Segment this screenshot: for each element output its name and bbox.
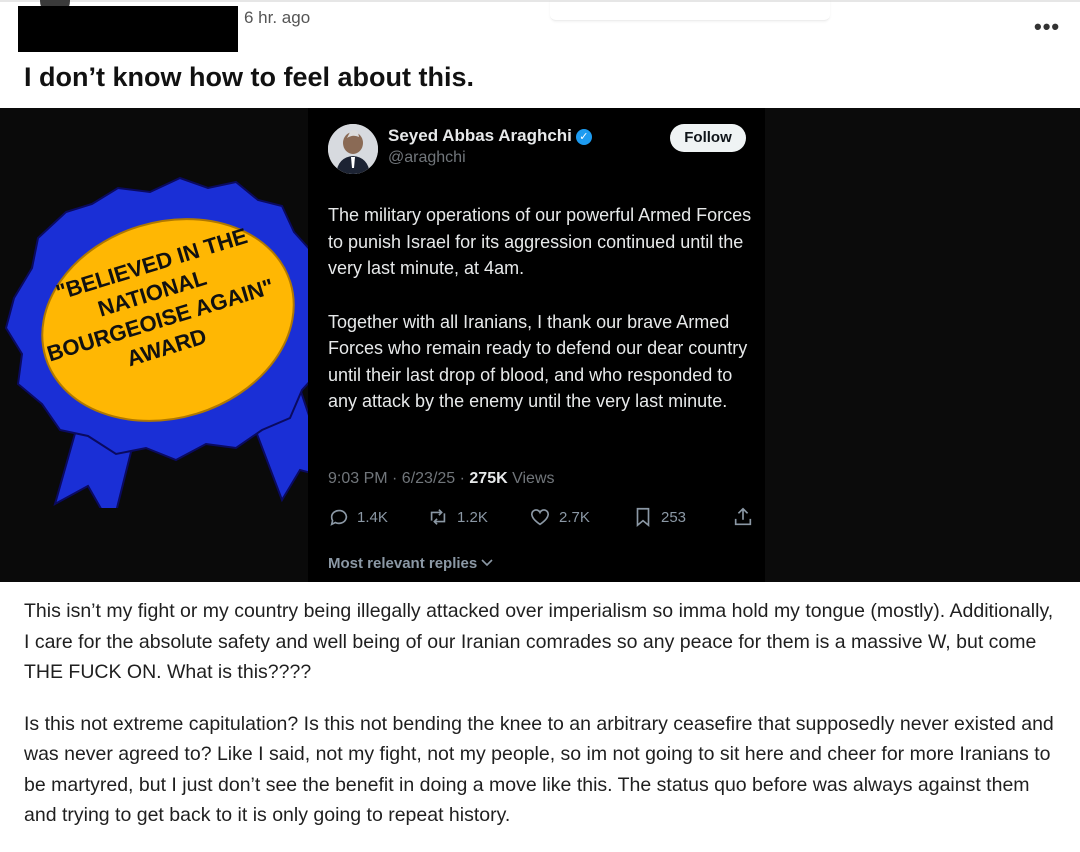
tweet-paragraph-1: The military operations of our powerful …	[328, 205, 752, 278]
post-title[interactable]: I don’t know how to feel about this.	[24, 62, 474, 93]
reply-action[interactable]: 1.4K	[328, 506, 388, 528]
heart-icon	[530, 509, 550, 526]
share-icon	[734, 507, 752, 526]
repost-count: 1.2K	[457, 508, 488, 526]
tweet-author-name-text[interactable]: Seyed Abbas Araghchi	[388, 126, 572, 145]
header-placeholder	[550, 0, 830, 21]
tweet-action-bar: 1.4K 1.2K 2.7K 253	[328, 506, 758, 532]
share-action[interactable]	[732, 506, 761, 528]
tweet-timestamp[interactable]: 9:03 PM · 6/23/25 ·	[328, 470, 469, 487]
like-action[interactable]: 2.7K	[528, 506, 590, 528]
replies-sort-label: Most relevant replies	[328, 555, 478, 572]
image-right-panel	[765, 108, 1080, 582]
tweet-views-label: Views	[507, 470, 555, 487]
verified-badge-icon: ✓	[575, 129, 592, 145]
like-count: 2.7K	[559, 508, 590, 526]
post-paragraph-1: This isn’t my fight or my country being …	[24, 600, 1054, 683]
post-paragraph-2: Is this not extreme capitulation? Is thi…	[24, 712, 1054, 827]
chevron-down-icon	[481, 559, 493, 567]
post-image[interactable]: "BELIEVED IN THE NATIONAL BOURGEOISE AGA…	[0, 108, 1080, 582]
bookmark-action[interactable]: 253	[632, 506, 686, 528]
tweet-paragraph-2: Together with all Iranians, I thank our …	[328, 311, 748, 412]
embedded-tweet: Seyed Abbas Araghchi ✓ @araghchi Follow T…	[308, 108, 765, 582]
profile-photo-icon	[328, 124, 378, 174]
post-time: 6 hr. ago	[244, 8, 311, 27]
more-options-button[interactable]: •••	[1034, 14, 1060, 40]
tweet-text: The military operations of our powerful …	[328, 202, 758, 442]
award-ribbon-image: "BELIEVED IN THE NATIONAL BOURGEOISE AGA…	[4, 176, 330, 508]
reply-count: 1.4K	[357, 508, 388, 526]
tweet-views-count: 275K	[469, 470, 508, 487]
top-border	[0, 0, 1080, 2]
bookmark-icon	[636, 507, 650, 528]
bookmark-count: 253	[661, 508, 687, 526]
redacted-username	[18, 6, 238, 52]
follow-button[interactable]: Follow	[670, 124, 746, 152]
reply-icon	[330, 509, 348, 526]
post-body: This isn’t my fight or my country being …	[24, 596, 1064, 852]
tweet-metadata: 9:03 PM · 6/23/25 · 275K Views	[328, 470, 555, 488]
repost-action[interactable]: 1.2K	[426, 506, 488, 528]
tweet-avatar[interactable]	[328, 124, 378, 174]
tweet-author-handle[interactable]: @araghchi	[388, 149, 466, 167]
repost-icon	[430, 509, 446, 525]
tweet-author-name[interactable]: Seyed Abbas Araghchi ✓	[388, 126, 592, 146]
most-relevant-replies-toggle[interactable]: Most relevant replies	[328, 555, 493, 572]
